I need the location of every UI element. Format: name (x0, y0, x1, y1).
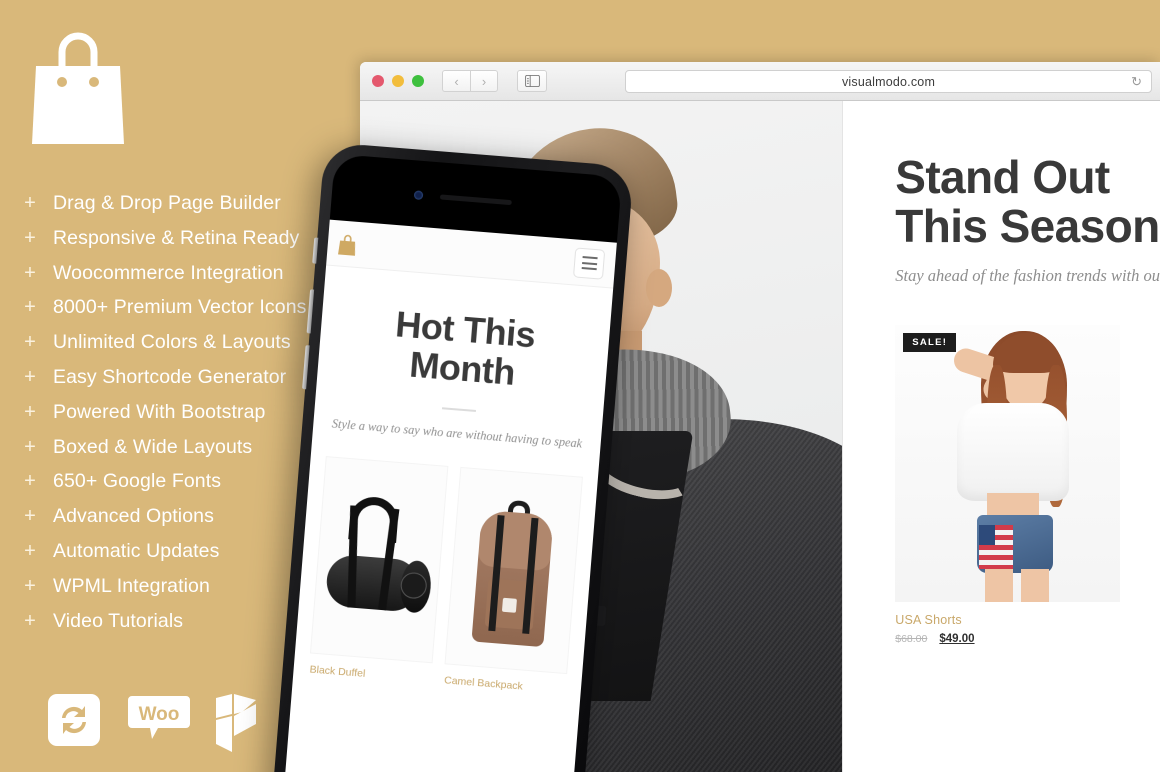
close-window-button[interactable] (372, 75, 384, 87)
product-title[interactable]: USA Shorts (895, 613, 1120, 627)
auto-updates-icon (48, 694, 100, 746)
plus-icon: + (24, 435, 36, 458)
plus-icon: + (24, 296, 36, 319)
woocommerce-label: Woo (139, 704, 180, 725)
feature-label: Powered With Bootstrap (53, 400, 266, 423)
plus-icon: + (24, 400, 36, 423)
window-controls[interactable] (372, 75, 424, 87)
menu-line (581, 266, 597, 271)
feature-item: + 8000+ Premium Vector Icons (24, 296, 354, 331)
phone-product-card[interactable]: Black Duffel (309, 456, 448, 685)
model-leg-right (1021, 568, 1050, 602)
plus-icon: + (24, 505, 36, 528)
sale-price: $49.00 (939, 632, 975, 645)
sale-badge: SALE! (903, 332, 957, 352)
feature-label: Easy Shortcode Generator (53, 365, 287, 388)
product-image-duffel[interactable] (311, 456, 448, 662)
feature-label: Woocommerce Integration (53, 261, 284, 284)
feature-item: + Drag & Drop Page Builder (24, 192, 354, 227)
menu-line (582, 255, 598, 260)
product-image-backpack[interactable] (445, 467, 582, 673)
headline-line-2: This Season (895, 199, 1160, 252)
feature-label: 650+ Google Fonts (53, 470, 222, 493)
hero-text-column: Stand Out This Season Stay ahead of the … (843, 101, 1160, 772)
feature-label: 8000+ Premium Vector Icons (53, 296, 307, 319)
chevron-right-icon: › (481, 73, 487, 89)
plus-icon: + (24, 470, 36, 493)
woocommerce-logo: Woo (128, 694, 190, 746)
model-ear (646, 269, 672, 307)
feature-label: WPML Integration (53, 574, 210, 597)
plus-icon: + (24, 609, 36, 632)
feature-item: + Responsive & Retina Ready (24, 227, 354, 262)
product-title[interactable]: Camel Backpack (444, 674, 566, 696)
plus-icon: + (24, 365, 36, 388)
headline-line-1: Stand Out (895, 151, 1110, 203)
sidebar-toggle-button[interactable] (517, 70, 547, 92)
phone-hero-section: Hot This Month Style a way to say who ar… (313, 265, 613, 452)
shopping-bag-icon (32, 22, 124, 144)
menu-line (581, 261, 597, 265)
page-subtitle: Stay ahead of the fashion trends with ou (895, 265, 1160, 285)
back-button[interactable]: ‹ (442, 70, 470, 92)
minimize-window-button[interactable] (392, 75, 404, 87)
feature-label: Video Tutorials (53, 609, 184, 632)
usa-flag-union (979, 524, 996, 545)
feature-label: Unlimited Colors & Layouts (53, 331, 291, 354)
phone-body: Hot This Month Style a way to say who ar… (272, 142, 635, 772)
navigation-buttons: ‹ › (442, 70, 498, 92)
phone-product-grid: Black Duffel Camel Backpack (293, 430, 600, 697)
plus-icon: + (24, 226, 36, 249)
address-bar[interactable]: visualmodo.com ↻ (625, 70, 1152, 93)
plus-icon: + (24, 261, 36, 284)
feature-label: Advanced Options (53, 505, 214, 528)
visual-composer-logo (208, 694, 260, 752)
phone-product-card[interactable]: Camel Backpack (444, 467, 582, 696)
divider (441, 406, 477, 412)
plus-icon: + (24, 192, 36, 214)
phone-page-title: Hot This Month (335, 301, 592, 399)
model-leg-left (985, 568, 1014, 602)
phone-speaker (439, 194, 512, 206)
reload-icon[interactable]: ↻ (1131, 74, 1142, 90)
product-image[interactable]: SALE! (895, 324, 1121, 602)
maximize-window-button[interactable] (412, 75, 424, 87)
forward-button[interactable]: › (470, 70, 498, 92)
feature-label: Responsive & Retina Ready (53, 226, 300, 249)
shopping-bag-icon[interactable] (338, 232, 357, 256)
feature-label: Automatic Updates (53, 539, 220, 562)
product-prices: $68.00 $49.00 (895, 633, 1120, 645)
sidebar-toggle-icon (524, 75, 540, 87)
browser-toolbar: ‹ › visualmodo.com ↻ (360, 62, 1160, 101)
hamburger-menu-icon[interactable] (572, 246, 606, 280)
phone-screen: Hot This Month Style a way to say who ar… (283, 219, 617, 772)
url-text[interactable]: visualmodo.com (842, 75, 935, 89)
model-crop-top (957, 402, 1070, 501)
plus-icon: + (24, 574, 36, 597)
plus-icon: + (24, 331, 36, 354)
partner-logos: Woo (48, 694, 260, 752)
feature-label: Drag & Drop Page Builder (53, 192, 281, 214)
phone-camera-icon (413, 190, 424, 201)
feature-label: Boxed & Wide Layouts (53, 435, 253, 458)
page-title: Stand Out This Season (895, 153, 1160, 251)
product-title[interactable]: Black Duffel (309, 663, 431, 685)
backpack-brand-label (501, 597, 517, 613)
phone-mockup: Hot This Month Style a way to say who ar… (272, 142, 635, 772)
phone-bezel: Hot This Month Style a way to say who ar… (283, 153, 623, 772)
phone-mute-switch[interactable] (312, 237, 319, 264)
chevron-left-icon: ‹ (454, 73, 459, 89)
product-card[interactable]: SALE! USA Shorts $68.00 $49.00 (895, 324, 1121, 645)
original-price: $68.00 (895, 632, 928, 645)
plus-icon: + (24, 539, 36, 562)
backpack-flap (477, 509, 554, 572)
feature-item: + Woocommerce Integration (24, 262, 354, 297)
